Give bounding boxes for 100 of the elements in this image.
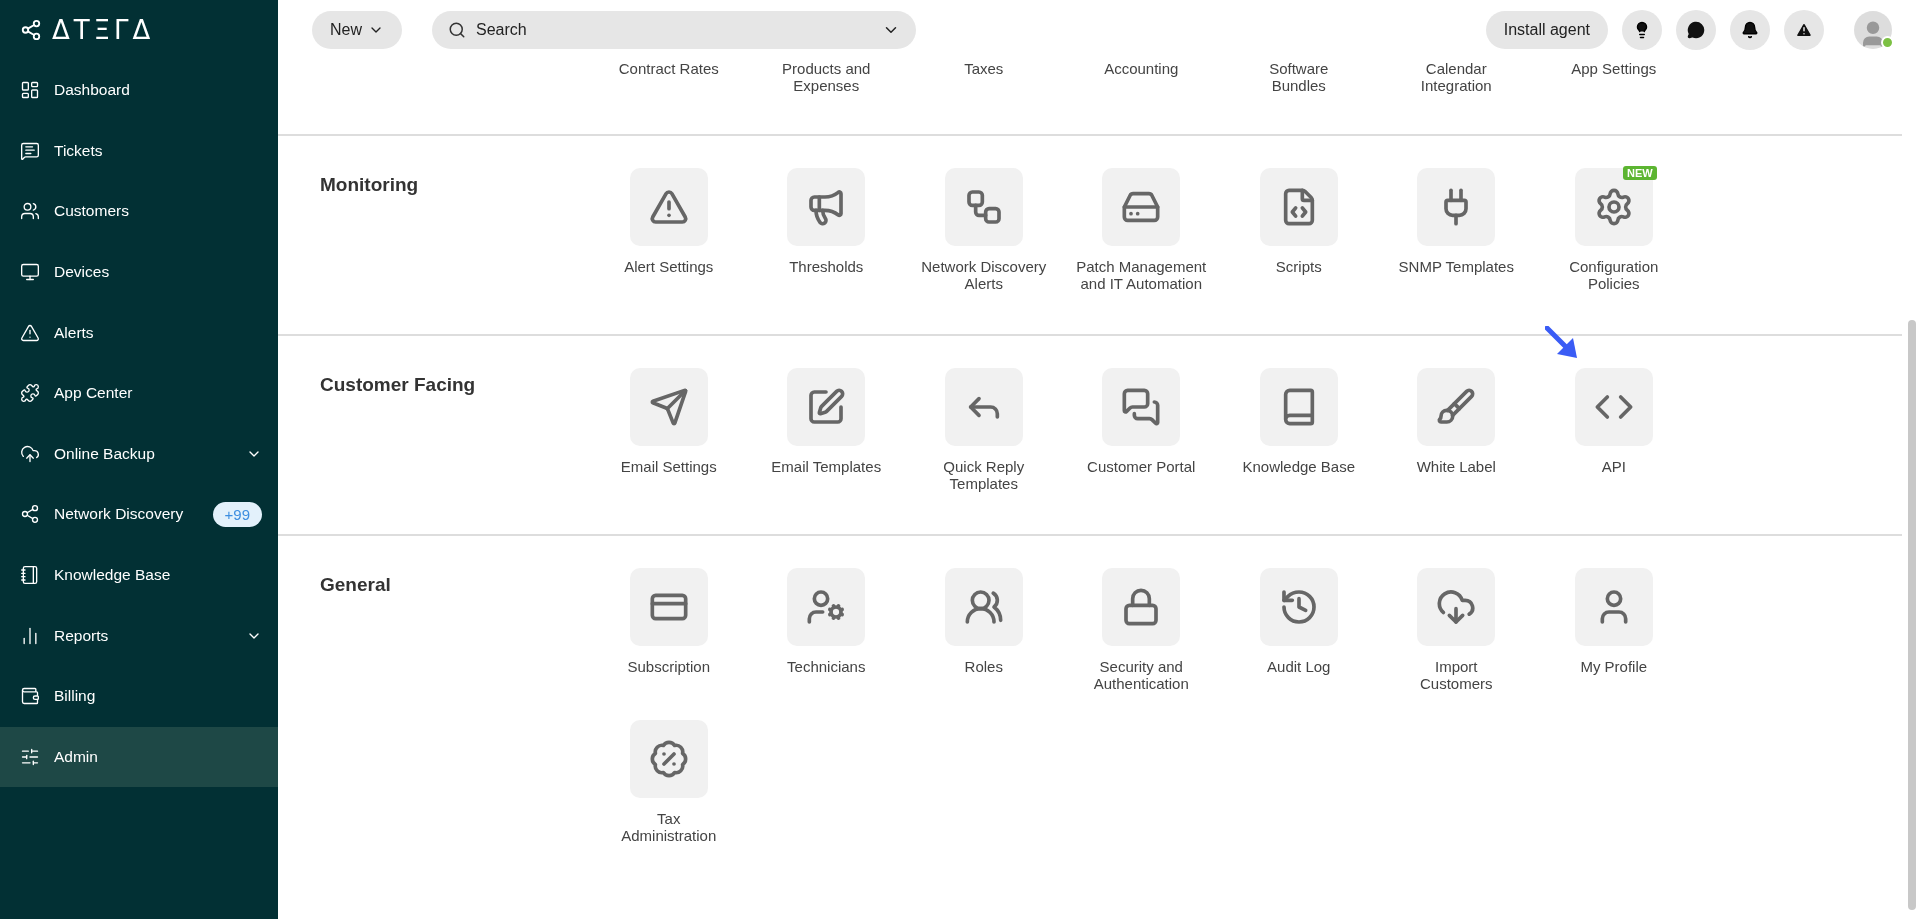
tile-label[interactable]: White Label: [1416, 458, 1496, 475]
tile-label[interactable]: Network Discovery Alerts: [921, 258, 1047, 292]
nav-item[interactable]: App Center: [0, 362, 278, 424]
edit-icon: [806, 387, 847, 427]
new-button[interactable]: New: [312, 11, 402, 49]
tile-label[interactable]: Security and Authentication: [1093, 658, 1189, 692]
tile-button[interactable]: [944, 368, 1023, 446]
tile-button[interactable]: [787, 368, 866, 446]
avatar[interactable]: [1854, 11, 1892, 49]
nav-item[interactable]: Billing: [0, 665, 278, 727]
tile-button[interactable]: [944, 568, 1023, 646]
tile-button[interactable]: [1417, 568, 1496, 646]
tile-button[interactable]: [1102, 568, 1181, 646]
tile-label[interactable]: Email Templates: [771, 458, 882, 475]
warning-icon: [1795, 21, 1813, 39]
search-field[interactable]: Search: [432, 11, 916, 49]
logo: ΔTΞΓΔ: [52, 15, 155, 45]
network-icon: [20, 504, 40, 525]
tile-label[interactable]: Calendar Integration: [1420, 60, 1492, 94]
section-heading: Customer Facing: [319, 373, 477, 397]
section-heading: General: [319, 573, 392, 597]
tile-label[interactable]: App Settings: [1571, 60, 1657, 77]
tile-label[interactable]: Software Bundles: [1269, 60, 1329, 94]
tile-label[interactable]: Accounting: [1104, 60, 1179, 77]
sliders-icon: [20, 746, 40, 767]
tile-label[interactable]: Taxes: [964, 60, 1004, 77]
chat-icon: [1687, 21, 1705, 39]
tile-button[interactable]: [1417, 168, 1496, 246]
tile-label[interactable]: My Profile: [1580, 658, 1648, 675]
puzzle-icon: [20, 383, 40, 404]
tile-label[interactable]: Scripts: [1275, 258, 1322, 275]
tile-button[interactable]: [1417, 368, 1496, 446]
tile-button[interactable]: [629, 568, 708, 646]
bell-icon: [1741, 21, 1759, 39]
tile-label[interactable]: Import Customers: [1420, 658, 1493, 692]
tile-label[interactable]: Email Settings: [620, 458, 717, 475]
tile-label[interactable]: Thresholds: [789, 258, 864, 275]
chat-icon: [1121, 387, 1162, 427]
tile-label[interactable]: Products and Expenses: [782, 60, 871, 94]
lightbulb-button[interactable]: [1622, 10, 1662, 50]
tile-label[interactable]: Alert Settings: [624, 258, 714, 275]
brush-icon: [1436, 387, 1477, 427]
user-tool-icon: [806, 587, 847, 627]
tile-button[interactable]: [629, 368, 708, 446]
tile-button[interactable]: [1259, 568, 1338, 646]
warning-icon: [648, 187, 689, 227]
wallet-icon: [20, 686, 40, 707]
tile-label[interactable]: Subscription: [627, 658, 710, 675]
tile-label[interactable]: Audit Log: [1267, 658, 1331, 675]
new-badge: NEW: [1623, 166, 1657, 180]
tile-label[interactable]: SNMP Templates: [1398, 258, 1514, 275]
nav-item[interactable]: Alerts: [0, 302, 278, 363]
tile-label[interactable]: Roles: [964, 658, 1003, 675]
tile-label[interactable]: Quick Reply Templates: [943, 458, 1025, 492]
tile-label[interactable]: Tax Administration: [621, 810, 717, 844]
nav-item[interactable]: Customers: [0, 181, 278, 242]
nav-item[interactable]: Knowledge Base: [0, 544, 278, 606]
tile-button[interactable]: [629, 720, 708, 798]
notebook-icon: [20, 565, 40, 586]
chat-button[interactable]: [1676, 10, 1716, 50]
tile-button[interactable]: [1259, 368, 1338, 446]
tile-label[interactable]: Technicians: [787, 658, 866, 675]
nav-item[interactable]: Admin: [0, 726, 278, 788]
tile-button[interactable]: [1574, 368, 1653, 446]
nav-item[interactable]: Tickets: [0, 120, 278, 182]
percent-icon: [648, 739, 689, 779]
search-icon: [448, 21, 466, 39]
tile-button[interactable]: [787, 168, 866, 246]
tile-button[interactable]: [787, 568, 866, 646]
tile-button[interactable]: [1102, 368, 1181, 446]
chat-icon: [20, 140, 40, 161]
dashboard-icon: [20, 80, 40, 101]
monitor-icon: [20, 262, 40, 283]
nav-item[interactable]: Network Discovery +99: [0, 484, 278, 545]
tile-button[interactable]: [944, 168, 1023, 246]
warning-button[interactable]: [1784, 10, 1824, 50]
logo-icon: [20, 19, 42, 41]
tile-label[interactable]: Contract Rates: [618, 60, 719, 77]
tile-label[interactable]: Configuration Policies: [1569, 258, 1659, 292]
cloud-upload-icon: [20, 443, 40, 464]
count-badge: +99: [212, 501, 262, 527]
nav-item[interactable]: Online Backup: [0, 423, 278, 485]
tile-label[interactable]: API: [1601, 458, 1626, 475]
warning-icon: [20, 322, 40, 343]
tile-label[interactable]: Knowledge Base: [1242, 458, 1356, 475]
section-heading: Monitoring: [319, 173, 420, 197]
tile-button[interactable]: [629, 168, 708, 246]
tile-button[interactable]: [1259, 168, 1338, 246]
paper-plane-icon: [648, 387, 689, 427]
nav-item[interactable]: Reports: [0, 605, 278, 666]
nav-item[interactable]: Dashboard: [0, 60, 278, 121]
nav-item[interactable]: Devices: [0, 241, 278, 303]
cloud-download-icon: [1436, 587, 1477, 627]
tile-label[interactable]: Patch Management and IT Automation: [1076, 258, 1207, 292]
notifications-button[interactable]: [1730, 10, 1770, 50]
tile-button[interactable]: [1102, 168, 1181, 246]
tile-label[interactable]: Customer Portal: [1087, 458, 1196, 475]
scrollbar[interactable]: [1908, 320, 1916, 910]
tile-button[interactable]: [1574, 568, 1653, 646]
install-agent-button[interactable]: Install agent: [1485, 11, 1608, 49]
